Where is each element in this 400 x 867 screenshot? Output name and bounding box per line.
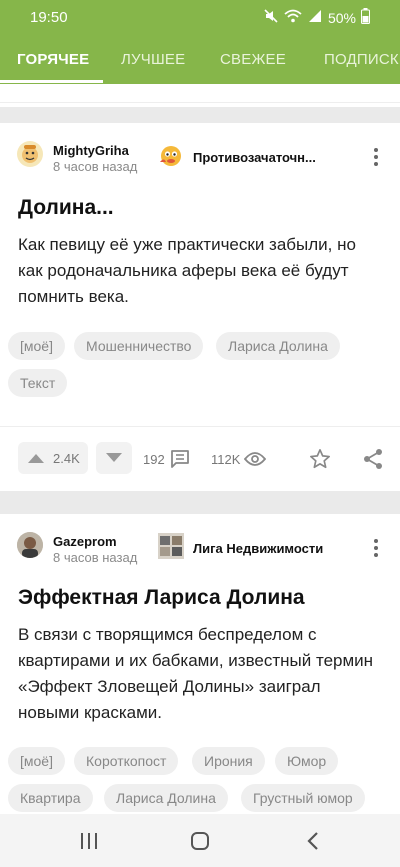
tab-fresh[interactable]: СВЕЖЕЕ [220,51,286,68]
tag[interactable]: [моё] [8,332,65,360]
tab-hot[interactable]: ГОРЯЧЕЕ [17,51,89,68]
tag[interactable]: Текст [8,369,68,397]
downvote-icon [106,453,122,462]
post-title[interactable]: Эффектная Лариса Долина [18,586,305,610]
post-title[interactable]: Долина... [18,196,114,220]
community-name[interactable]: Лига Недвижимости [193,541,323,556]
post-text: Как певицу её уже практически забыли, но… [18,235,356,306]
rating-count: 2.4K [53,451,80,466]
post-time: 8 часов назад [53,550,138,565]
upvote-button[interactable]: 2.4K [18,442,88,474]
status-bar: 19:50 50% [0,0,400,36]
eye-icon [244,452,266,466]
share-icon[interactable] [362,448,384,470]
feed-tabs: ГОРЯЧЕЕ ЛУЧШЕЕ СВЕЖЕЕ ПОДПИСКИ [0,36,400,84]
post-card[interactable]: Gazeprom 8 часов назад Лига Недвижимости… [0,514,400,814]
divider [0,426,400,427]
previous-post-card [0,84,400,107]
tag[interactable]: Юмор [275,747,339,775]
kebab-icon[interactable] [368,145,384,169]
mute-icon [263,8,279,27]
back-icon[interactable] [306,832,320,850]
author-name[interactable]: Gazeprom [53,534,117,549]
recent-apps-icon[interactable] [79,832,99,850]
post-time: 8 часов назад [53,159,138,174]
system-nav-bar [0,814,400,867]
tag[interactable]: Ирония [192,747,265,775]
star-icon[interactable] [309,448,331,470]
comment-icon[interactable] [170,449,190,469]
tag[interactable]: Короткопост [74,747,179,775]
views-count: 112K [211,452,241,467]
downvote-button[interactable] [96,442,132,474]
author-avatar[interactable] [17,141,43,167]
tag[interactable]: Мошенничество [74,332,204,360]
post-card[interactable]: MightyGriha 8 часов назад Противозачаточ… [0,123,400,491]
signal-icon [307,8,323,27]
author-name[interactable]: MightyGriha [53,143,129,158]
community-name[interactable]: Противозачаточн... [193,150,316,165]
kebab-icon[interactable] [368,536,384,560]
tag[interactable]: [моё] [8,747,65,775]
comments-count[interactable]: 192 [143,452,165,467]
wifi-icon [284,8,302,27]
home-icon[interactable] [190,831,210,851]
post-text: В связи с творящимся беспределом с кварт… [18,625,374,722]
tag[interactable]: Квартира [8,784,93,812]
tab-subscriptions[interactable]: ПОДПИСКИ [324,51,400,68]
community-icon[interactable] [158,533,184,559]
tab-indicator [0,80,103,83]
author-avatar[interactable] [17,532,43,558]
tag[interactable]: Лариса Долина [104,784,228,812]
divider [0,102,400,103]
community-icon[interactable] [158,142,184,168]
tag[interactable]: Грустный юмор [241,784,365,812]
upvote-icon [28,454,44,463]
status-time: 19:50 [30,9,68,26]
battery-icon [361,8,370,27]
battery-percent: 50% [327,9,356,26]
tag[interactable]: Лариса Долина [216,332,340,360]
tab-best[interactable]: ЛУЧШЕЕ [121,51,185,68]
